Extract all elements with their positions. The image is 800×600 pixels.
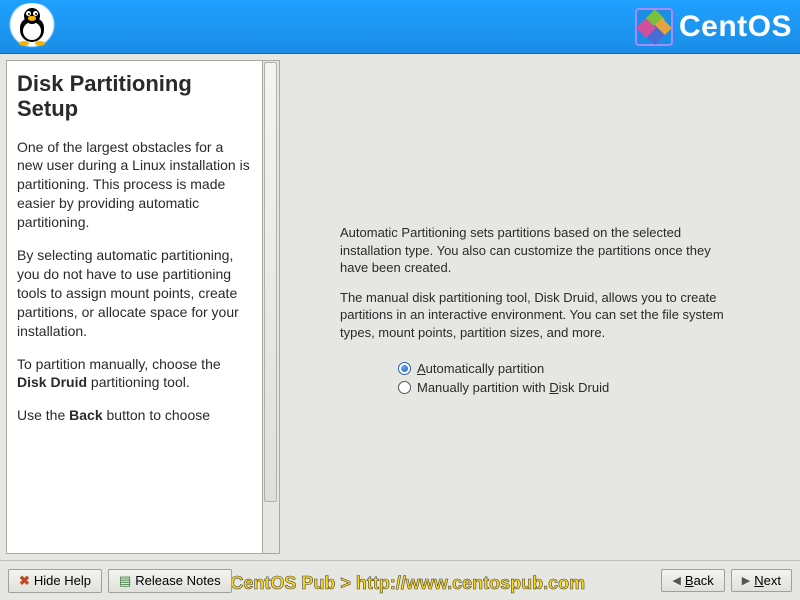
partition-mode-group: Automatically partition Manually partiti… [398,361,770,399]
distro-icon [4,3,60,51]
radio-auto-partition[interactable]: Automatically partition [398,361,770,376]
arrow-right-icon: ▶ [742,574,750,587]
button-label: Next [754,573,781,588]
button-label: Hide Help [34,573,91,588]
radio-icon [398,381,411,394]
content-para-auto: Automatic Partitioning sets partitions b… [340,224,740,277]
content-para-manual: The manual disk partitioning tool, Disk … [340,289,740,342]
document-icon: ▤ [119,573,131,589]
brand-block: CentOS [635,8,792,46]
help-title: Disk Partitioning Setup [17,71,252,122]
content-panel: Automatic Partitioning sets partitions b… [280,54,800,560]
arrow-left-icon: ◀ [672,574,680,587]
release-notes-button[interactable]: ▤ Release Notes [108,569,232,593]
button-label: Release Notes [135,573,220,588]
brand-text: CentOS [679,10,792,44]
main-area: Disk Partitioning Setup One of the large… [0,54,800,560]
button-label: Back [685,573,714,588]
footer-bar: < CentOS Pub > http://www.centospub.com … [0,560,800,600]
radio-manual-diskdruid[interactable]: Manually partition with Disk Druid [398,380,770,395]
radio-label: Manually partition with Disk Druid [417,380,609,395]
help-text[interactable]: Disk Partitioning Setup One of the large… [6,60,263,554]
back-button[interactable]: ◀ Back [661,569,724,592]
radio-label: Automatically partition [417,361,544,376]
help-paragraph: Use the Back button to choose [17,406,252,425]
title-bar: CentOS [0,0,800,54]
hide-help-button[interactable]: ✖ Hide Help [8,569,102,593]
tux-icon [15,8,49,46]
radio-icon [398,362,411,375]
centos-logo-icon [635,8,673,46]
help-panel: Disk Partitioning Setup One of the large… [0,54,280,560]
close-icon: ✖ [19,573,30,589]
scrollbar-thumb[interactable] [264,62,277,502]
help-paragraph: By selecting automatic partitioning, you… [17,246,252,340]
help-scrollbar[interactable] [263,60,280,554]
help-paragraph: One of the largest obstacles for a new u… [17,138,252,232]
help-paragraph: To partition manually, choose the Disk D… [17,355,252,393]
next-button[interactable]: ▶ Next [731,569,792,592]
